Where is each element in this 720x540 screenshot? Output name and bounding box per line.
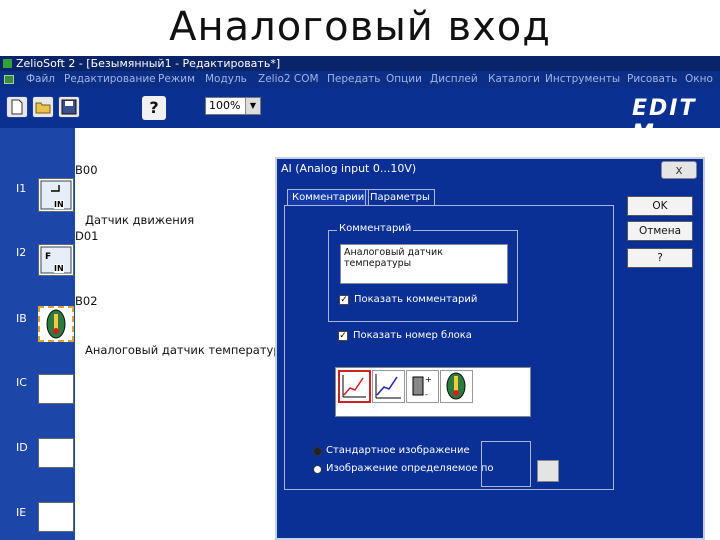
block-number-d01: D01 xyxy=(75,229,99,243)
radio-standard-label: Стандартное изображение xyxy=(326,445,470,456)
row-label-i1: I1 xyxy=(16,182,27,195)
menu-window[interactable]: Окно xyxy=(685,71,713,88)
input-column: I1 I2 IB IC ID IE IN F IN xyxy=(0,128,75,540)
row-label-ic: IC xyxy=(16,376,27,389)
analog-curve-icon[interactable] xyxy=(338,370,371,403)
toolbar: ? xyxy=(0,88,720,128)
thermometer-icon[interactable] xyxy=(440,370,473,403)
row-label-id: ID xyxy=(16,441,28,454)
new-file-icon[interactable] xyxy=(6,96,28,118)
radio-custom-label: Изображение определяемое по xyxy=(326,463,494,474)
row-label-ib: IB xyxy=(16,312,27,325)
menu-app-icon[interactable] xyxy=(4,75,14,84)
input-slot-id[interactable] xyxy=(38,438,74,468)
menu-transfer[interactable]: Передать xyxy=(327,71,380,88)
analog-input-dialog: AI (Analog input 0...10V) x Комментарии … xyxy=(275,157,705,540)
input-block-i1[interactable]: IN xyxy=(38,178,74,212)
svg-text:-: - xyxy=(425,390,428,399)
show-comment-label: Показать комментарий xyxy=(354,294,478,305)
svg-text:+: + xyxy=(425,375,432,384)
slide-title: Аналоговый вход xyxy=(169,4,551,50)
block-comment-motion: Датчик движения xyxy=(85,213,195,227)
comment-group: Комментарий Аналоговый датчик температур… xyxy=(328,223,518,322)
menu-zelio2com[interactable]: Zelio2 COM xyxy=(258,71,319,88)
thermometer-icon xyxy=(46,309,66,339)
image-preview-box xyxy=(481,441,531,487)
input-tag-in: IN xyxy=(54,200,64,209)
comment-group-label: Комментарий xyxy=(337,223,414,234)
menu-mode[interactable]: Режим xyxy=(158,71,195,88)
input-tag-in: IN xyxy=(54,264,64,273)
show-block-number-label: Показать номер блока xyxy=(353,330,472,341)
row-label-i2: I2 xyxy=(16,246,27,259)
menu-file[interactable]: Файл xyxy=(26,71,55,88)
tab-comments[interactable]: Комментарии xyxy=(287,189,370,206)
input-slot-ie[interactable] xyxy=(38,502,74,532)
menu-tools[interactable]: Инструменты xyxy=(545,71,620,88)
chevron-down-icon[interactable]: ▼ xyxy=(245,98,260,114)
app-titlebar: ZelioSoft 2 - [Безымянный1 - Редактирова… xyxy=(0,56,720,71)
menu-edit[interactable]: Редактирование xyxy=(64,71,156,88)
menu-module[interactable]: Модуль xyxy=(205,71,247,88)
close-button[interactable]: x xyxy=(661,161,697,179)
input-block-i2[interactable]: F IN xyxy=(38,244,74,276)
zoom-select[interactable]: 100% ▼ xyxy=(205,97,261,115)
block-image-strip: + - xyxy=(335,367,531,417)
show-block-number-checkbox[interactable]: ✓ xyxy=(338,331,348,341)
sensor-terminal-icon[interactable]: + - xyxy=(406,370,439,403)
browse-image-button[interactable] xyxy=(537,460,559,482)
block-number-b02: B02 xyxy=(75,294,98,308)
help-button[interactable]: ? xyxy=(142,96,166,120)
menu-display[interactable]: Дисплей xyxy=(430,71,478,88)
show-comment-checkbox[interactable]: ✓ xyxy=(339,295,349,305)
menu-catalogs[interactable]: Каталоги xyxy=(488,71,540,88)
row-label-ie: IE xyxy=(16,506,27,519)
window-title: ZelioSoft 2 - [Безымянный1 - Редактирова… xyxy=(16,57,281,70)
cancel-button[interactable]: Отмена xyxy=(627,221,693,241)
analog-voltage-icon[interactable] xyxy=(372,370,405,403)
comment-field[interactable]: Аналоговый датчик температуры xyxy=(340,244,508,284)
menu-draw[interactable]: Рисовать xyxy=(627,71,677,88)
radio-standard-image[interactable] xyxy=(313,447,322,456)
app-icon xyxy=(3,59,12,68)
save-icon[interactable] xyxy=(58,96,80,118)
analog-input-block-ib[interactable] xyxy=(38,306,74,342)
zoom-value: 100% xyxy=(209,99,241,112)
radio-custom-image[interactable] xyxy=(313,465,322,474)
input-slot-ic[interactable] xyxy=(38,374,74,404)
tab-parameters[interactable]: Параметры xyxy=(365,189,435,206)
dialog-title: AI (Analog input 0...10V) xyxy=(281,162,417,175)
block-number-b00: B00 xyxy=(75,163,98,177)
comments-panel: Комментарий Аналоговый датчик температур… xyxy=(284,205,614,490)
block-comment-temp: Аналоговый датчик температуры xyxy=(85,343,290,357)
svg-text:F: F xyxy=(45,252,51,262)
help-dialog-button[interactable]: ? xyxy=(627,248,693,268)
menu-bar: Файл Редактирование Режим Модуль Zelio2 … xyxy=(0,71,720,88)
ok-button[interactable]: OK xyxy=(627,196,693,216)
menu-options[interactable]: Опции xyxy=(386,71,422,88)
open-folder-icon[interactable] xyxy=(32,96,54,118)
